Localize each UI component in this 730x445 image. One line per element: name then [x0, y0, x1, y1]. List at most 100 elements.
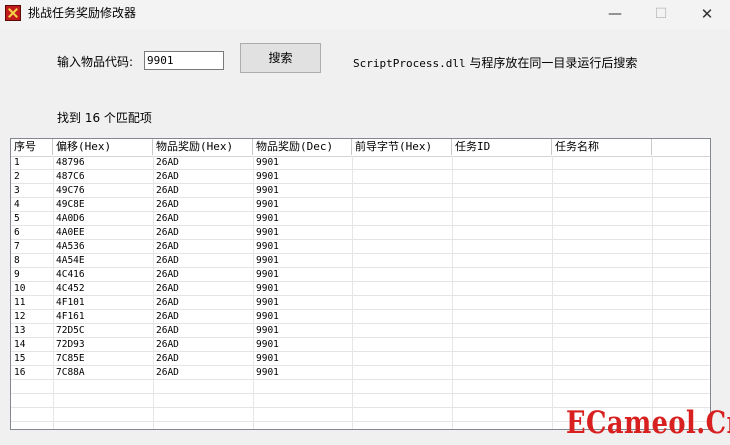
table-header: 序号 偏移(Hex) 物品奖励(Hex) 物品奖励(Dec) 前导字节(Hex) 任务ID… — [11, 139, 710, 157]
table-row[interactable]: 4 49C8E 26AD 9901 — [11, 198, 710, 212]
table-cell-seq: 16 — [14, 367, 26, 378]
table-cell-reward-dec: 9901 — [256, 241, 279, 252]
table-cell-seq: 10 — [14, 283, 26, 294]
column-header-task-id[interactable]: 任务ID — [452, 139, 552, 155]
column-header-offset[interactable]: 偏移(Hex) — [53, 139, 153, 155]
table-cell-reward-hex: 26AD — [156, 353, 179, 364]
table-cell-reward-dec: 9901 — [256, 255, 279, 266]
table-cell-reward-dec: 9901 — [256, 283, 279, 294]
table-row[interactable]: 6 4A0EE 26AD 9901 — [11, 226, 710, 240]
table-cell-offset: 7C88A — [56, 367, 85, 378]
title-bar: 挑战任务奖励修改器 — ☐ ✕ — [0, 0, 730, 30]
table-cell-seq: 15 — [14, 353, 26, 364]
table-cell-reward-dec: 9901 — [256, 311, 279, 322]
table-cell-reward-dec: 9901 — [256, 339, 279, 350]
table-cell-reward-hex: 26AD — [156, 255, 179, 266]
column-divider — [352, 156, 353, 429]
table-cell-seq: 12 — [14, 311, 26, 322]
table-cell-reward-hex: 26AD — [156, 185, 179, 196]
maximize-button[interactable]: ☐ — [638, 0, 684, 30]
table-row[interactable]: 8 4A54E 26AD 9901 — [11, 254, 710, 268]
table-row[interactable]: 1 48796 26AD 9901 — [11, 156, 710, 170]
table-cell-reward-hex: 26AD — [156, 297, 179, 308]
table-cell-reward-dec: 9901 — [256, 353, 279, 364]
table-row[interactable]: 3 49C76 26AD 9901 — [11, 184, 710, 198]
table-row[interactable]: 15 7C85E 26AD 9901 — [11, 352, 710, 366]
column-divider — [452, 156, 453, 429]
table-cell-seq: 13 — [14, 325, 26, 336]
window-title: 挑战任务奖励修改器 — [28, 6, 137, 20]
table-row[interactable] — [11, 380, 710, 394]
table-cell-reward-hex: 26AD — [156, 227, 179, 238]
table-cell-offset: 49C76 — [56, 185, 85, 196]
table-cell-offset: 49C8E — [56, 199, 85, 210]
table-cell-seq: 9 — [14, 269, 20, 280]
table-cell-offset: 4A0EE — [56, 227, 85, 238]
column-header-reward-dec[interactable]: 物品奖励(Dec) — [253, 139, 352, 155]
table-cell-seq: 11 — [14, 297, 26, 308]
table-cell-reward-hex: 26AD — [156, 199, 179, 210]
column-divider — [652, 156, 653, 429]
note-filename: ScriptProcess.dll — [353, 57, 466, 70]
table-cell-reward-dec: 9901 — [256, 325, 279, 336]
table-cell-offset: 4A536 — [56, 241, 85, 252]
table-cell-offset: 4A54E — [56, 255, 85, 266]
table-cell-reward-hex: 26AD — [156, 171, 179, 182]
table-cell-seq: 6 — [14, 227, 20, 238]
item-code-input[interactable]: 9901 — [144, 51, 224, 70]
table-body: 1 48796 26AD 9901 2 487C6 26AD 9901 3 49C76 26AD 99… — [11, 156, 710, 429]
close-button[interactable]: ✕ — [684, 0, 730, 30]
table-cell-offset: 4F101 — [56, 297, 85, 308]
table-row[interactable]: 5 4A0D6 26AD 9901 — [11, 212, 710, 226]
table-cell-offset: 72D93 — [56, 339, 85, 350]
column-header-task-name[interactable]: 任务名称 — [552, 139, 652, 155]
table-row[interactable]: 9 4C416 26AD 9901 — [11, 268, 710, 282]
table-cell-offset: 48796 — [56, 157, 85, 168]
table-row[interactable]: 12 4F161 26AD 9901 — [11, 310, 710, 324]
table-cell-offset: 72D5C — [56, 325, 85, 336]
table-cell-reward-dec: 9901 — [256, 157, 279, 168]
table-row[interactable]: 11 4F101 26AD 9901 — [11, 296, 710, 310]
table-cell-seq: 2 — [14, 171, 20, 182]
table-row[interactable]: 2 487C6 26AD 9901 — [11, 170, 710, 184]
column-divider — [552, 156, 553, 429]
table-cell-offset: 4C416 — [56, 269, 85, 280]
column-header-seq[interactable]: 序号 — [11, 139, 53, 155]
table-cell-reward-hex: 26AD — [156, 367, 179, 378]
search-button[interactable]: 搜索 — [240, 43, 321, 73]
table-cell-reward-hex: 26AD — [156, 157, 179, 168]
table-cell-seq: 8 — [14, 255, 20, 266]
column-divider — [253, 156, 254, 429]
table-cell-offset: 4C452 — [56, 283, 85, 294]
watermark-logo: ECameol.Cn — [566, 405, 730, 441]
table-row[interactable]: 13 72D5C 26AD 9901 — [11, 324, 710, 338]
table-cell-reward-hex: 26AD — [156, 283, 179, 294]
table-cell-offset: 4A0D6 — [56, 213, 85, 224]
instruction-note: ScriptProcess.dll 与程序放在同一目录运行后搜索 — [353, 56, 637, 71]
table-cell-reward-hex: 26AD — [156, 269, 179, 280]
table-cell-reward-hex: 26AD — [156, 325, 179, 336]
table-cell-seq: 1 — [14, 157, 20, 168]
table-cell-offset: 487C6 — [56, 171, 85, 182]
column-header-reward-hex[interactable]: 物品奖励(Hex) — [153, 139, 253, 155]
results-table[interactable]: 序号 偏移(Hex) 物品奖励(Hex) 物品奖励(Dec) 前导字节(Hex) 任务ID… — [10, 138, 711, 430]
table-cell-reward-dec: 9901 — [256, 199, 279, 210]
table-cell-reward-hex: 26AD — [156, 311, 179, 322]
table-row[interactable]: 10 4C452 26AD 9901 — [11, 282, 710, 296]
table-row[interactable]: 14 72D93 26AD 9901 — [11, 338, 710, 352]
table-row[interactable]: 16 7C88A 26AD 9901 — [11, 366, 710, 380]
table-cell-reward-dec: 9901 — [256, 269, 279, 280]
table-row[interactable]: 7 4A536 26AD 9901 — [11, 240, 710, 254]
table-cell-reward-hex: 26AD — [156, 213, 179, 224]
table-cell-seq: 4 — [14, 199, 20, 210]
column-divider — [153, 156, 154, 429]
table-cell-reward-dec: 9901 — [256, 185, 279, 196]
column-header-prefix-hex[interactable]: 前导字节(Hex) — [352, 139, 452, 155]
app-icon — [5, 5, 21, 21]
table-cell-seq: 3 — [14, 185, 20, 196]
table-cell-seq: 7 — [14, 241, 20, 252]
item-code-label: 输入物品代码: — [57, 55, 134, 69]
table-cell-offset: 4F161 — [56, 311, 85, 322]
minimize-button[interactable]: — — [592, 0, 638, 30]
table-cell-reward-dec: 9901 — [256, 227, 279, 238]
